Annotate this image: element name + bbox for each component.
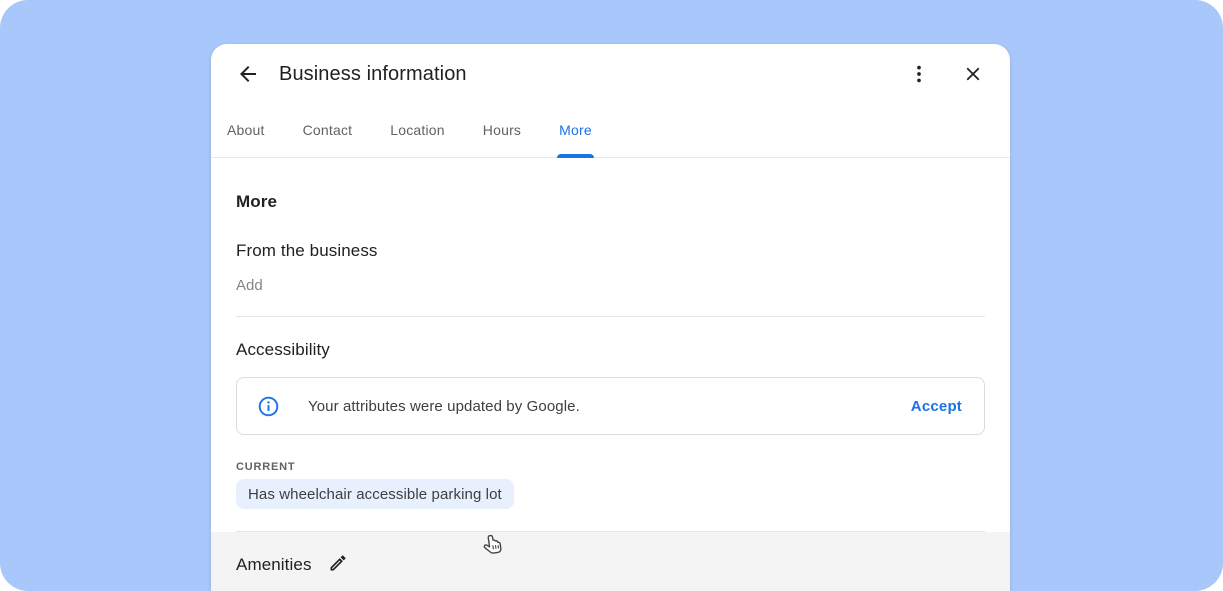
close-x-icon [962,63,984,85]
dialog-header: Business information [211,44,1010,104]
amenities-heading: Amenities [236,555,312,575]
tab-about[interactable]: About [227,104,265,157]
section-divider [236,316,985,317]
banner-message: Your attributes were updated by Google. [308,398,911,415]
tab-hours[interactable]: Hours [483,104,521,157]
tab-location[interactable]: Location [390,104,445,157]
dialog-title: Business information [279,63,901,86]
more-options-button[interactable] [901,56,937,92]
attributes-updated-banner: Your attributes were updated by Google. … [236,377,985,435]
back-button[interactable] [230,56,266,92]
pencil-edit-icon [328,553,348,576]
accept-button[interactable]: Accept [911,398,962,415]
dialog-content: More From the business Add [211,192,1010,294]
current-label: CURRENT [236,461,985,473]
accessibility-heading: Accessibility [236,340,985,360]
page-heading: More [236,192,985,212]
accessibility-section: Accessibility Your attributes were updat… [211,340,1010,509]
from-business-heading: From the business [236,241,985,261]
tab-more[interactable]: More [559,104,592,157]
back-arrow-icon [236,62,260,86]
amenities-section: Amenities Add [211,532,1010,591]
close-button[interactable] [955,56,991,92]
header-actions [901,56,991,92]
info-icon [257,395,280,418]
from-business-add-button[interactable]: Add [236,277,263,294]
kebab-menu-icon [908,63,930,85]
tab-contact[interactable]: Contact [303,104,353,157]
current-attribute-chip: Has wheelchair accessible parking lot [236,479,514,509]
tab-bar: About Contact Location Hours More [211,104,1010,158]
business-information-dialog: Business information About Contact Locat… [211,44,1010,591]
amenities-edit-button[interactable] [328,553,348,576]
page-background: Business information About Contact Locat… [0,0,1223,591]
amenities-header: Amenities [236,553,985,576]
